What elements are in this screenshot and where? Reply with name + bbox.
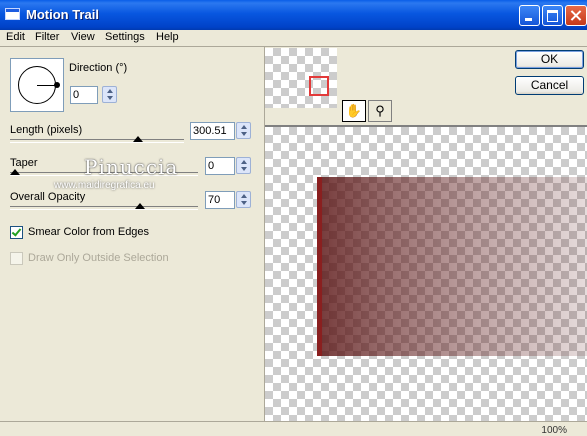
direction-label: Direction (°)	[69, 62, 128, 74]
menu-filter[interactable]: Filter	[35, 31, 59, 43]
dial-handle[interactable]	[54, 82, 60, 88]
watermark-name: Pinuccia	[84, 155, 179, 179]
window-title: Motion Trail	[26, 7, 99, 22]
taper-input[interactable]: 0	[205, 157, 235, 175]
length-label: Length (pixels)	[10, 124, 83, 136]
smear-label[interactable]: Smear Color from Edges	[28, 226, 149, 238]
menu-view[interactable]: View	[71, 31, 95, 43]
trail-leading-edge	[317, 177, 322, 356]
draw-only-outside-checkbox[interactable]	[10, 252, 23, 265]
overview-view-rect[interactable]	[309, 76, 329, 96]
length-slider-thumb[interactable]	[133, 136, 143, 142]
draw-only-outside-label[interactable]: Draw Only Outside Selection	[28, 252, 169, 264]
opacity-label: Overall Opacity	[10, 191, 86, 203]
menu-edit[interactable]: Edit	[6, 31, 25, 43]
menu-help[interactable]: Help	[156, 31, 179, 43]
cancel-button[interactable]: Cancel	[515, 76, 584, 95]
taper-spinner[interactable]	[236, 157, 251, 174]
ok-button[interactable]: OK	[515, 50, 584, 69]
direction-input[interactable]: 0	[70, 86, 98, 104]
opacity-input[interactable]: 70	[205, 191, 235, 209]
maximize-button[interactable]	[542, 5, 563, 26]
status-bar: 100%	[0, 421, 587, 436]
direction-spinner[interactable]	[102, 86, 117, 103]
length-spinner[interactable]	[236, 122, 251, 139]
opacity-slider-track[interactable]	[10, 206, 198, 210]
zoom-magnifier-icon[interactable]: ⚲	[368, 100, 392, 122]
minimize-button[interactable]	[519, 5, 540, 26]
watermark-url: www.maidiregrafica.eu	[54, 180, 155, 191]
menu-settings[interactable]: Settings	[105, 31, 145, 43]
taper-slider-thumb[interactable]	[10, 169, 20, 175]
app-window-icon	[5, 8, 20, 20]
smear-checkbox[interactable]	[10, 226, 23, 239]
title-bar[interactable]: Motion Trail	[0, 0, 587, 30]
motion-trail-preview	[317, 177, 587, 356]
close-button[interactable]	[565, 5, 587, 26]
length-slider-track[interactable]	[10, 139, 184, 143]
direction-dial[interactable]	[10, 58, 64, 112]
pan-hand-icon[interactable]: ✋	[342, 100, 366, 122]
taper-label: Taper	[10, 157, 38, 169]
zoom-level: 100%	[541, 425, 567, 436]
opacity-slider-thumb[interactable]	[134, 203, 145, 209]
menu-bar: Edit Filter View Settings Help	[0, 30, 587, 46]
menu-divider	[0, 46, 587, 47]
opacity-spinner[interactable]	[236, 191, 251, 208]
length-input[interactable]: 300.51	[190, 122, 235, 140]
